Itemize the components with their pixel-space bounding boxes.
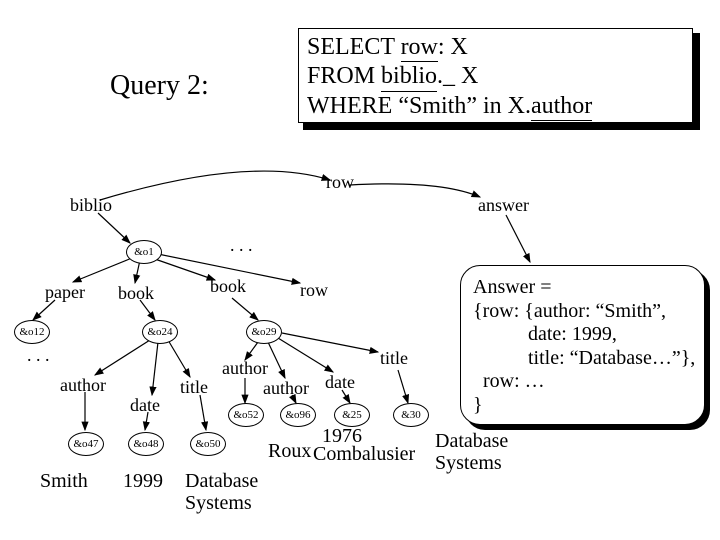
- node-o52: &o52: [228, 403, 264, 427]
- query-line3: WHERE “Smith” in X.author: [307, 92, 684, 121]
- node-o96: &o96: [280, 403, 316, 427]
- label-date: date: [130, 395, 160, 416]
- node-25: &25: [334, 403, 370, 427]
- label-db2: Database Systems: [435, 430, 508, 474]
- query-title: Query 2:: [110, 70, 209, 102]
- node-o29: &o29: [246, 320, 282, 344]
- label-smith: Smith: [40, 470, 88, 493]
- q1b: : X: [438, 34, 468, 60]
- label-biblio: biblio: [70, 195, 112, 216]
- q1u: row: [401, 33, 438, 62]
- label-combalusier: Combalusier: [313, 443, 415, 466]
- node-o50: &o50: [190, 432, 226, 456]
- label-author2: author: [222, 358, 268, 379]
- q3u: author: [531, 92, 592, 121]
- label-book1: book: [118, 283, 154, 304]
- label-1999: 1999: [123, 470, 163, 493]
- query-line2: FROM biblio._ X: [307, 62, 684, 91]
- node-30: &30: [393, 403, 429, 427]
- node-o12: &o12: [14, 320, 50, 344]
- node-o48: &o48: [128, 432, 164, 456]
- label-dots-top: . . .: [230, 235, 253, 256]
- label-author1: author: [60, 375, 106, 396]
- label-answer: answer: [478, 195, 529, 216]
- label-row-top: row: [326, 172, 354, 193]
- answer-box: Answer = {row: {author: “Smith”, date: 1…: [460, 265, 705, 425]
- query-box: SELECT row: X FROM biblio._ X WHERE “Smi…: [298, 28, 693, 123]
- label-date2: date: [325, 372, 355, 393]
- q2b: ._ X: [437, 63, 478, 89]
- label-title2: title: [380, 348, 408, 369]
- q2a: FROM: [307, 63, 381, 89]
- label-book2: book: [210, 276, 246, 297]
- q2u: biblio: [381, 62, 437, 91]
- label-paper: paper: [45, 282, 85, 303]
- node-o47: &o47: [68, 432, 104, 456]
- label-row-mid: row: [300, 280, 328, 301]
- label-roux: Roux: [268, 440, 311, 463]
- query-line1: SELECT row: X: [307, 33, 684, 62]
- label-title1: title: [180, 377, 208, 398]
- node-o24: &o24: [142, 320, 178, 344]
- q3a: WHERE “Smith” in X.: [307, 93, 531, 119]
- node-o1: &o1: [126, 240, 162, 264]
- label-dots-left: . . .: [27, 345, 50, 366]
- label-db1: Database Systems: [185, 470, 258, 514]
- q1a: SELECT: [307, 34, 401, 60]
- label-author3: author: [263, 378, 309, 399]
